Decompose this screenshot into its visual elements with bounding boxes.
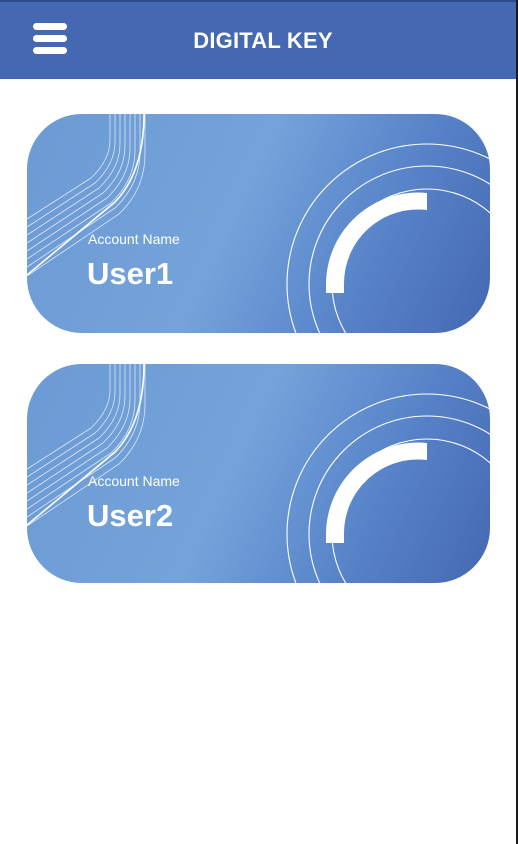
page-title: DIGITAL KEY [193,28,333,53]
account-card-user2[interactable]: Account Name User2 [27,364,490,583]
account-name-label: Account Name [88,231,180,247]
account-name-label: Account Name [88,473,180,489]
header-top-border [0,0,518,2]
app-screen: DIGITAL KEY Account Name User1 Account N… [0,0,518,844]
key-arc-icon [326,192,427,293]
account-name-value: User1 [87,256,174,291]
account-card-user1[interactable]: Account Name User1 [27,114,490,333]
account-name-value: User2 [87,498,174,533]
app-header: DIGITAL KEY [0,0,518,79]
